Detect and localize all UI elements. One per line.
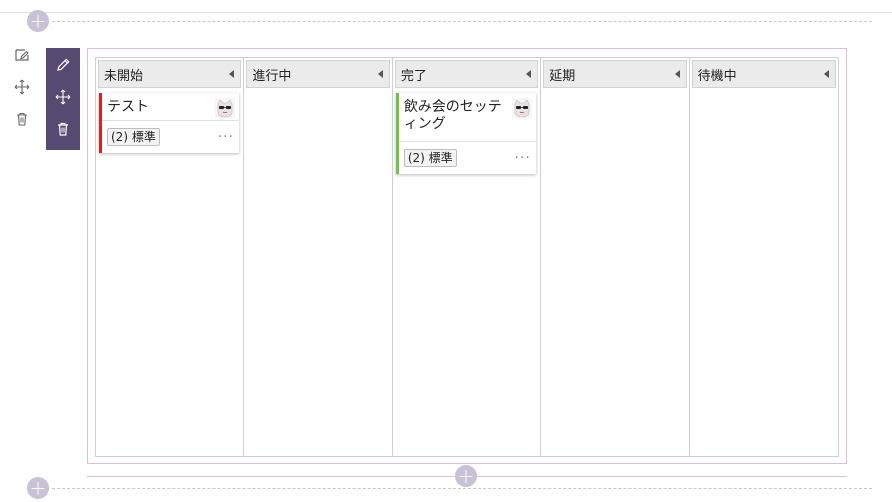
avatar bbox=[511, 98, 532, 118]
column-header[interactable]: 未開始 bbox=[98, 60, 242, 88]
collapse-arrow-icon[interactable] bbox=[674, 70, 680, 78]
collapse-arrow-icon[interactable] bbox=[824, 70, 830, 78]
plus-icon: + bbox=[29, 9, 47, 33]
collapse-arrow-icon[interactable] bbox=[377, 70, 383, 78]
page-top-divider bbox=[0, 12, 892, 13]
plus-icon: + bbox=[29, 476, 47, 500]
collapse-arrow-icon[interactable] bbox=[229, 70, 235, 78]
add-section-bottom-button[interactable]: + bbox=[27, 477, 49, 499]
kanban-board: 未開始 テスト (2) 標準 ··· 進行中 完了 飲み会のセッティング (2)… bbox=[95, 57, 839, 457]
section-tools bbox=[10, 44, 34, 140]
priority-badge[interactable]: (2) 標準 bbox=[403, 149, 457, 167]
webpart-toolbar bbox=[46, 48, 80, 150]
avatar bbox=[215, 98, 235, 118]
column-title: 進行中 bbox=[252, 68, 292, 84]
edit-section-icon[interactable] bbox=[10, 44, 34, 66]
column-not-started: 未開始 テスト (2) 標準 ··· bbox=[96, 58, 245, 456]
column-postponed: 延期 bbox=[541, 58, 690, 456]
column-title: 完了 bbox=[400, 68, 427, 84]
column-header[interactable]: 進行中 bbox=[246, 60, 390, 88]
card-title: テスト bbox=[107, 99, 149, 115]
plus-icon: + bbox=[457, 464, 475, 488]
card-footer: (2) 標準 ··· bbox=[102, 121, 239, 153]
delete-section-icon[interactable] bbox=[10, 108, 34, 130]
add-webpart-button[interactable]: + bbox=[455, 465, 477, 487]
column-title: 延期 bbox=[549, 68, 576, 84]
card-header: 飲み会のセッティング bbox=[398, 93, 536, 142]
ellipsis-icon[interactable]: ··· bbox=[218, 129, 234, 145]
collapse-arrow-icon[interactable] bbox=[526, 70, 532, 78]
column-title: 未開始 bbox=[104, 68, 144, 84]
column-header[interactable]: 完了 bbox=[394, 60, 539, 88]
task-card[interactable]: 飲み会のセッティング (2) 標準 ··· bbox=[395, 93, 536, 174]
card-title: 飲み会のセッティング bbox=[403, 99, 502, 132]
priority-badge[interactable]: (2) 標準 bbox=[107, 128, 160, 146]
section-divider-top bbox=[52, 21, 872, 22]
add-section-top-button[interactable]: + bbox=[27, 10, 49, 32]
column-title: 待機中 bbox=[697, 68, 737, 84]
column-header[interactable]: 延期 bbox=[543, 60, 687, 88]
column-in-progress: 進行中 bbox=[244, 58, 393, 456]
column-waiting: 待機中 bbox=[690, 58, 838, 456]
column-header[interactable]: 待機中 bbox=[691, 60, 837, 88]
trash-icon[interactable] bbox=[51, 118, 75, 140]
section-divider-bottom bbox=[52, 488, 872, 489]
card-footer: (2) 標準 ··· bbox=[399, 142, 536, 174]
task-card[interactable]: テスト (2) 標準 ··· bbox=[99, 93, 239, 153]
move-icon[interactable] bbox=[51, 86, 75, 108]
card-header: テスト bbox=[102, 93, 239, 121]
column-completed: 完了 飲み会のセッティング (2) 標準 ··· bbox=[393, 58, 542, 456]
move-section-icon[interactable] bbox=[10, 76, 34, 98]
pencil-icon[interactable] bbox=[51, 54, 75, 76]
ellipsis-icon[interactable]: ··· bbox=[514, 150, 530, 166]
